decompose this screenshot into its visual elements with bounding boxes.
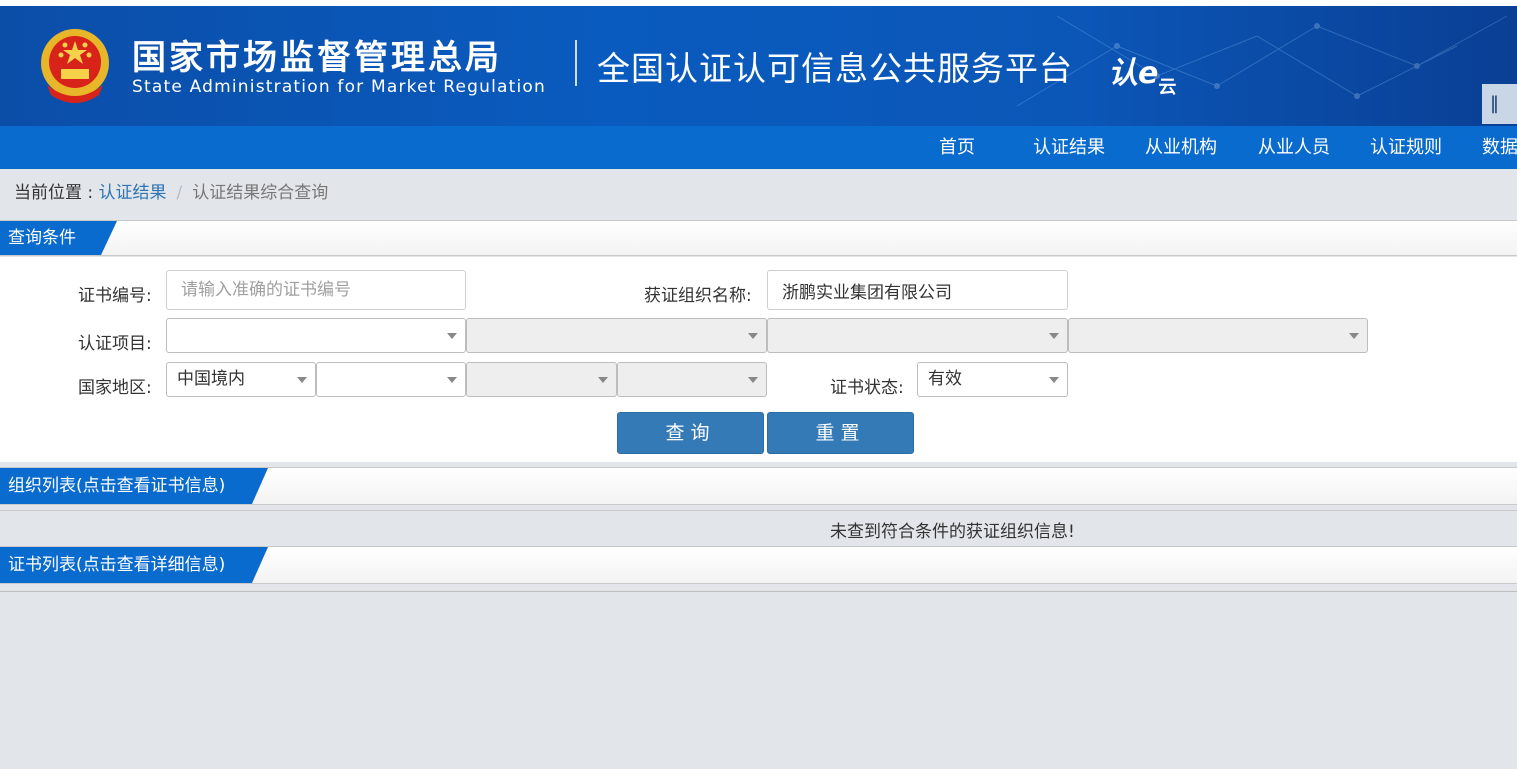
region-label: 国家地区: — [78, 378, 152, 398]
org-list-empty-message: 未查到符合条件的获证组织信息! — [830, 522, 1075, 542]
status-select[interactable]: 有效 — [917, 362, 1068, 397]
org-name-cn: 国家市场监督管理总局 — [132, 38, 502, 78]
region-select-country-value: 中国境内 — [177, 369, 245, 389]
chevron-down-icon — [598, 377, 608, 383]
project-select-2[interactable] — [466, 318, 767, 353]
org-name-en: State Administration for Market Regulati… — [132, 77, 546, 97]
chevron-down-icon — [748, 377, 758, 383]
chevron-down-icon — [1349, 333, 1359, 339]
project-select-4[interactable] — [1068, 318, 1368, 353]
chevron-down-icon — [447, 333, 457, 339]
org-name-input[interactable] — [767, 270, 1068, 310]
site-banner: 国家市场监督管理总局 State Administration for Mark… — [0, 0, 1517, 126]
chevron-down-icon — [1049, 333, 1059, 339]
query-section-title: 查询条件 — [8, 228, 76, 248]
national-emblem-icon — [41, 29, 109, 103]
region-select-country[interactable]: 中国境内 — [166, 362, 316, 397]
breadcrumb-prefix: 当前位置 : — [14, 183, 99, 203]
region-select-district[interactable] — [617, 362, 767, 397]
org-name-label: 获证组织名称: — [644, 286, 752, 306]
nav-item-personnel[interactable]: 从业人员 — [1258, 126, 1330, 169]
main-nav: 首页 认证结果 从业机构 从业人员 认证规则 数据 — [0, 126, 1517, 169]
region-select-province[interactable] — [316, 362, 466, 397]
nav-item-home[interactable]: 首页 — [939, 126, 975, 169]
nav-item-institutions[interactable]: 从业机构 — [1145, 126, 1217, 169]
platform-title: 全国认证认可信息公共服务平台 — [597, 49, 1073, 88]
cert-number-label: 证书编号: — [78, 286, 152, 306]
chevron-down-icon — [297, 377, 307, 383]
tech-grid-decoration — [1016, 15, 1508, 107]
status-label: 证书状态: — [830, 378, 904, 398]
chevron-down-icon — [748, 333, 758, 339]
reset-button[interactable]: 重置 — [767, 412, 914, 454]
org-list-empty-row: 未查到符合条件的获证组织信息! — [0, 510, 1517, 546]
org-list-header: 组织列表(点击查看证书信息) — [0, 467, 1517, 505]
project-label: 认证项目: — [78, 334, 152, 354]
cert-list-header: 证书列表(点击查看详细信息) — [0, 546, 1517, 584]
breadcrumb-link-cert-results[interactable]: 认证结果 — [99, 183, 167, 203]
cert-list-bottom-divider — [0, 591, 1517, 592]
project-select-1[interactable] — [166, 318, 466, 353]
chevron-down-icon — [447, 377, 457, 383]
header-divider — [575, 40, 577, 86]
org-list-title: 组织列表(点击查看证书信息) — [8, 476, 226, 496]
region-select-city[interactable] — [466, 362, 617, 397]
nav-item-cert-results[interactable]: 认证结果 — [1033, 126, 1105, 169]
breadcrumb: 当前位置 : 认证结果 / 认证结果综合查询 — [14, 178, 328, 203]
nav-item-cert-rules[interactable]: 认证规则 — [1370, 126, 1442, 169]
breadcrumb-separator: / — [176, 183, 183, 203]
status-select-value: 有效 — [928, 369, 962, 389]
chevron-down-icon — [1049, 377, 1059, 383]
platform-logo: 认e云 — [1108, 48, 1176, 98]
breadcrumb-current: 认证结果综合查询 — [192, 183, 329, 203]
cert-number-input[interactable] — [166, 270, 466, 310]
nav-item-data[interactable]: 数据 — [1482, 126, 1517, 169]
language-switch-button[interactable]: ‖ 中 — [1482, 84, 1517, 124]
logo-sub: 云 — [1158, 77, 1177, 98]
cert-list-title: 证书列表(点击查看详细信息) — [8, 555, 226, 575]
search-button[interactable]: 查询 — [617, 412, 764, 454]
logo-text: 认e — [1108, 56, 1159, 91]
project-select-3[interactable] — [767, 318, 1068, 353]
query-section-header: 查询条件 — [0, 220, 1517, 256]
